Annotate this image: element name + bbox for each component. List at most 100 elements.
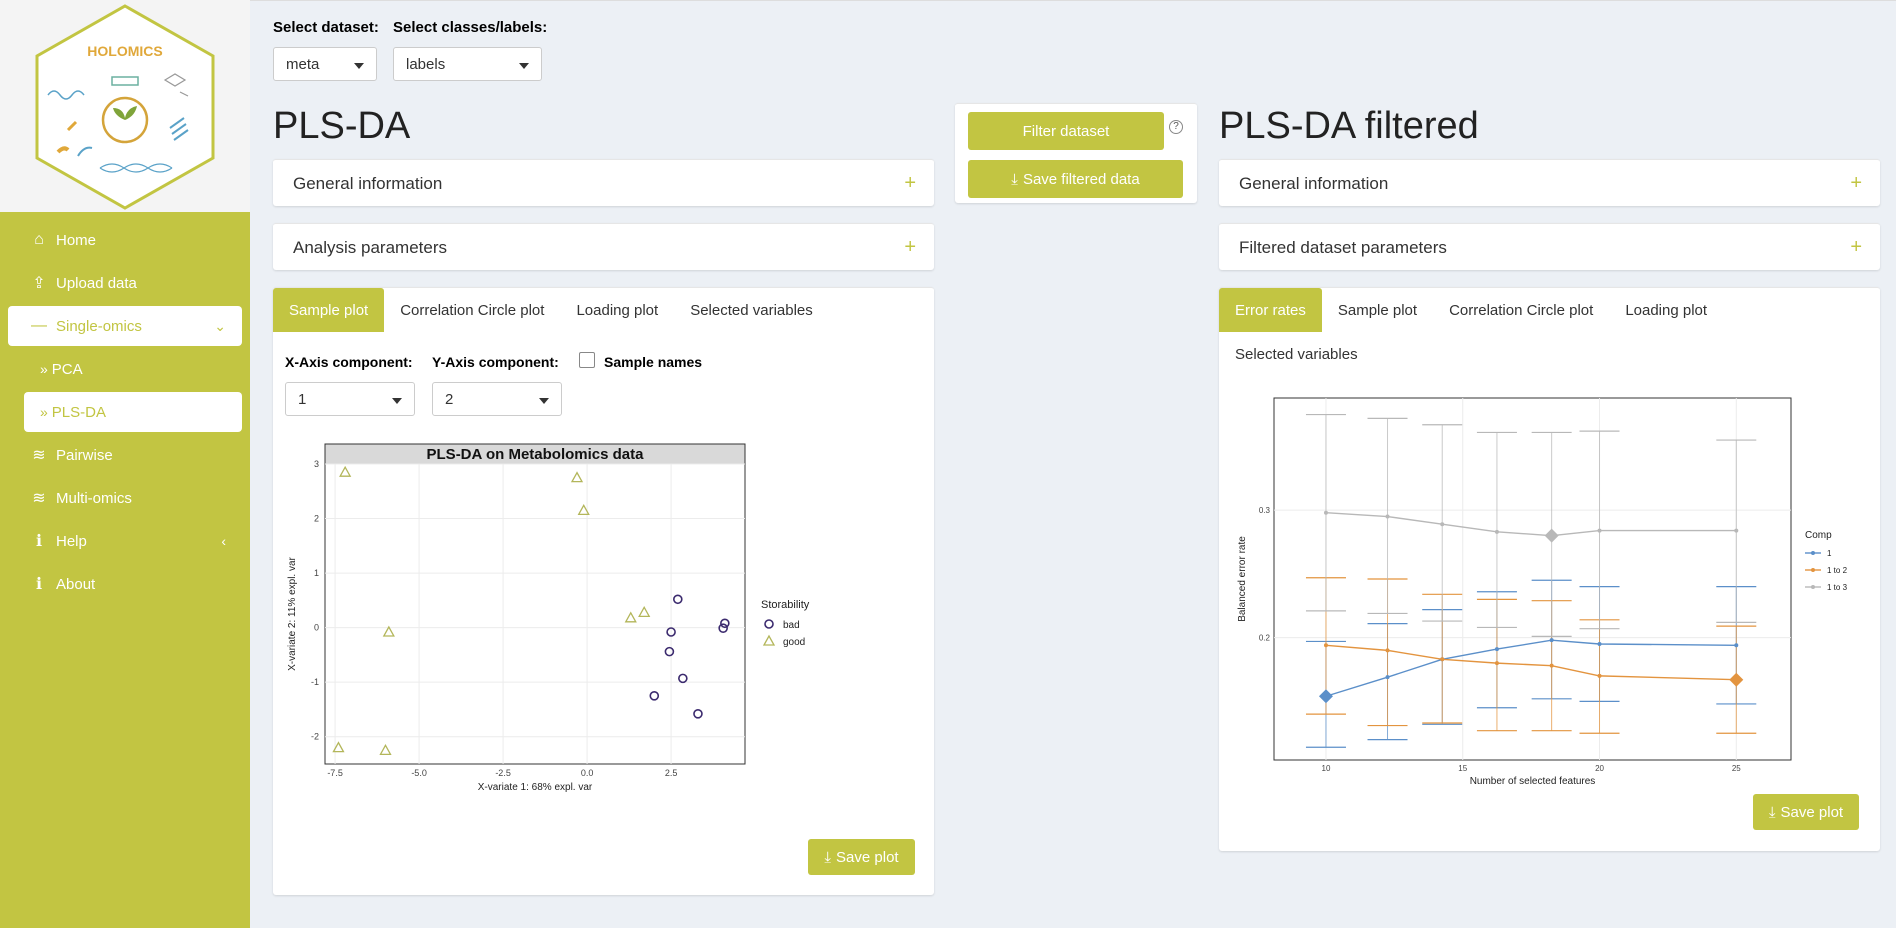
series-point — [1734, 528, 1739, 533]
y-axis-title: X-variate 2: 11% expl. var — [287, 556, 298, 670]
legend-key — [764, 619, 774, 629]
box-title: Filtered dataset parameters — [1239, 238, 1447, 257]
x-tick-label: -5.0 — [411, 768, 427, 778]
holomics-logo: HOLOMICS — [35, 4, 215, 210]
y-tick-label: 0.3 — [1259, 506, 1271, 515]
main-content: Select dataset: Select classes/labels: m… — [250, 0, 1896, 928]
series-point — [1549, 663, 1554, 668]
series-point — [1385, 514, 1390, 519]
filtered-params-box[interactable]: Filtered dataset parameters + — [1219, 223, 1880, 270]
y-axis-select-value: 2 — [445, 391, 454, 408]
legend-key — [762, 634, 776, 646]
help-icon[interactable]: ? — [1169, 120, 1183, 134]
sidebar-item-upload-data[interactable]: ⇪ Upload data — [8, 263, 242, 303]
caret-down-icon — [392, 398, 402, 404]
save-filtered-data-button[interactable]: ⤓ Save filtered data — [968, 160, 1183, 198]
tab-loading-plot[interactable]: Loading plot — [1609, 288, 1723, 332]
tab-sample-plot[interactable]: Sample plot — [273, 288, 385, 332]
caret-down-icon — [354, 63, 364, 69]
sidebar-item-help[interactable]: ℹ Help ‹ — [8, 521, 242, 561]
x-tick-label: 2.5 — [665, 768, 678, 778]
chevron-left-icon: ‹ — [221, 533, 226, 549]
tab-correlation-circle-plot[interactable]: Correlation Circle plot — [1433, 288, 1609, 332]
classes-select-value: labels — [406, 56, 446, 73]
analysis-params-box[interactable]: Analysis parameters + — [273, 223, 934, 270]
legend-label: 1 to 3 — [1827, 583, 1848, 592]
tab-sample-plot[interactable]: Sample plot — [1322, 288, 1433, 332]
double-chevron-icon: » — [40, 361, 48, 377]
save-plot-button[interactable]: ⤓ Save plot — [1753, 794, 1859, 830]
sidebar-item-label: PLS-DA — [51, 403, 106, 421]
plus-icon[interactable]: + — [1850, 172, 1862, 195]
legend-label: good — [783, 637, 805, 648]
legend-key-point — [1811, 551, 1815, 555]
download-icon: ⤓ — [824, 848, 832, 866]
x-tick-label: 15 — [1458, 764, 1467, 773]
series-point — [1323, 510, 1328, 515]
x-axis-title: X-variate 1: 68% expl. var — [478, 782, 593, 793]
plus-icon[interactable]: + — [1850, 236, 1862, 259]
dataset-label: Select dataset: — [273, 19, 379, 36]
general-info-box[interactable]: General information + — [273, 159, 934, 206]
legend-label: bad — [783, 620, 800, 631]
sidebar-item-pca[interactable]: » PCA — [24, 349, 242, 389]
sidebar-item-label: PCA — [51, 360, 83, 378]
y-tick-label: -1 — [311, 677, 319, 687]
legend-title: Comp — [1805, 530, 1832, 541]
download-icon: ⤓ — [1768, 803, 1776, 821]
plus-icon[interactable]: + — [904, 172, 916, 195]
x-tick-label: 0.0 — [581, 768, 594, 778]
series-point — [1597, 528, 1602, 533]
sidebar-item-label: Upload data — [56, 274, 137, 292]
sidebar-item-single-omics[interactable]: — Single-omics ⌄ — [8, 306, 242, 346]
classes-select[interactable]: labels — [393, 47, 542, 81]
sidebar-item-multi-omics[interactable]: ≋ Multi-omics — [8, 478, 242, 518]
x-axis-select[interactable]: 1 — [285, 382, 415, 416]
sidebar-item-home[interactable]: ⌂ Home — [8, 220, 242, 260]
caret-down-icon — [539, 398, 549, 404]
legend-label: 1 — [1827, 549, 1832, 558]
y-axis-select[interactable]: 2 — [432, 382, 562, 416]
y-tick-label: 2 — [314, 514, 319, 524]
dataset-select[interactable]: meta — [273, 47, 377, 81]
series-point — [1549, 638, 1554, 643]
filtered-general-info-box[interactable]: General information + — [1219, 159, 1880, 206]
legend-title: Storability — [761, 599, 810, 611]
page-title: PLS-DA — [273, 105, 411, 147]
y-tick-label: 3 — [314, 459, 319, 469]
filter-dataset-button[interactable]: Filter dataset — [968, 112, 1164, 150]
sidebar-item-pairwise[interactable]: ≋ Pairwise — [8, 435, 242, 475]
x-axis-title: Number of selected features — [1470, 776, 1596, 787]
right-tabs: Error rates Sample plot Correlation Circ… — [1219, 288, 1723, 332]
plus-icon[interactable]: + — [904, 236, 916, 259]
tab-error-rates[interactable]: Error rates — [1219, 288, 1322, 332]
y-tick-label: 1 — [314, 568, 319, 578]
error-rates-plot: 10 15 20 25 0.2 0.3 Number of selected feature… — [1237, 397, 1848, 787]
save-plot-label: Save plot — [836, 848, 899, 866]
x-tick-label: 10 — [1322, 764, 1331, 773]
tab-loading-plot[interactable]: Loading plot — [560, 288, 674, 332]
logo-text: HOLOMICS — [87, 43, 162, 59]
caret-down-icon — [519, 63, 529, 69]
sidebar-item-pls-da[interactable]: » PLS-DA — [24, 392, 242, 432]
x-tick-label: -2.5 — [495, 768, 511, 778]
save-plot-button[interactable]: ⤓ Save plot — [808, 839, 915, 875]
filtered-title: PLS-DA filtered — [1219, 105, 1479, 147]
series-point — [1494, 661, 1499, 666]
chart-title: PLS-DA on Metabolomics data — [427, 446, 645, 463]
series-point — [1734, 643, 1739, 648]
chevron-down-icon: ⌄ — [214, 317, 226, 334]
sample-names-checkbox[interactable] — [579, 352, 595, 368]
box-title: General information — [1239, 174, 1389, 193]
tab-correlation-circle-plot[interactable]: Correlation Circle plot — [384, 288, 560, 332]
box-title: Analysis parameters — [293, 238, 448, 257]
y-tick-label: 0.2 — [1259, 634, 1271, 643]
sidebar-item-about[interactable]: ℹ About — [8, 564, 242, 604]
info-icon: ℹ — [35, 533, 43, 550]
series-point — [1385, 648, 1390, 653]
tab-selected-variables[interactable]: Selected variables — [1219, 332, 1374, 376]
sidebar: HOLOMICS ⌂ Home ⇪ Upload data — Single-o… — [0, 0, 250, 928]
y-axis-title: Balanced error rate — [1237, 536, 1248, 622]
x-axis-select-value: 1 — [298, 391, 307, 408]
tab-selected-variables[interactable]: Selected variables — [674, 288, 829, 332]
